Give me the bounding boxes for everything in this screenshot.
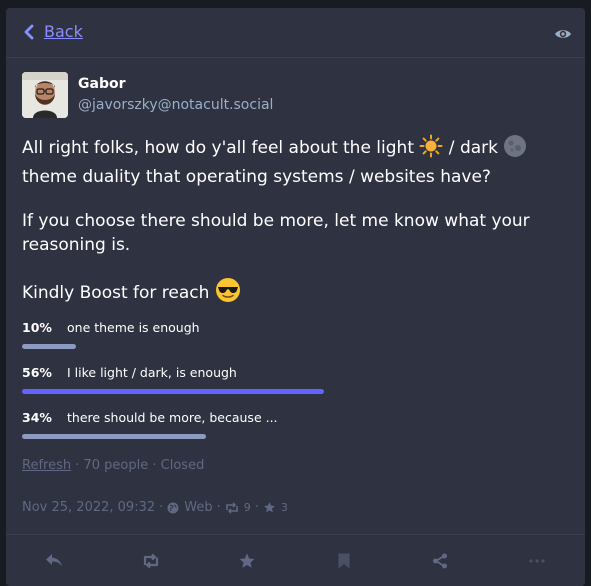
poll-option: 56% I like light / dark, is enough: [22, 363, 562, 408]
status-content: All right folks, how do y'all feel about…: [22, 134, 562, 330]
author-block[interactable]: Gabor @javorszky@notacult.social: [22, 72, 273, 118]
text-segment: All right folks, how do y'all feel about…: [22, 138, 414, 158]
status-meta: Nov 25, 2022, 09:32 · Web · 9 · 3: [22, 500, 288, 515]
chevron-left-icon: [24, 24, 34, 39]
client-name[interactable]: Web: [184, 500, 212, 515]
poll-percent: 34%: [22, 410, 52, 425]
boost-count-icon[interactable]: [225, 500, 239, 515]
globe-icon: [167, 500, 179, 515]
back-button[interactable]: Back: [24, 22, 83, 41]
separator: ·: [216, 500, 221, 515]
moon-emoji: [503, 134, 527, 165]
sunglasses-emoji: [215, 277, 241, 310]
boost-button[interactable]: [131, 541, 171, 581]
poll-percent: 10%: [22, 320, 52, 335]
author-names: Gabor @javorszky@notacult.social: [78, 72, 273, 114]
back-label[interactable]: Back: [44, 22, 83, 41]
poll-bar: [22, 434, 206, 439]
refresh-link[interactable]: Refresh: [22, 458, 71, 473]
reply-button[interactable]: [34, 541, 74, 581]
poll-bar: [22, 344, 76, 349]
favourite-button[interactable]: [227, 541, 267, 581]
star-icon: [239, 553, 255, 568]
share-button[interactable]: [420, 541, 460, 581]
text-segment: / dark: [443, 138, 498, 158]
reply-icon: [46, 553, 63, 567]
text-segment: theme duality that operating systems / w…: [22, 167, 491, 187]
separator: ·: [159, 500, 164, 515]
poll-label: there should be more, because ...: [67, 410, 278, 425]
separator: ·: [254, 500, 259, 515]
poll-option: 34% there should be more, because ...: [22, 408, 562, 453]
ellipsis-icon: [529, 558, 545, 563]
account-handle[interactable]: @javorszky@notacult.social: [78, 96, 273, 114]
paragraph-2: If you choose there should be more, let …: [22, 211, 530, 255]
share-icon: [433, 553, 448, 568]
poll-percent: 56%: [22, 365, 52, 380]
sun-emoji: [419, 134, 443, 165]
poll-status: Closed: [160, 458, 205, 473]
more-button[interactable]: [517, 541, 557, 581]
poll-bar: [22, 389, 324, 394]
star-count-icon[interactable]: [263, 500, 276, 515]
poll-option: 10% one theme is enough: [22, 318, 562, 363]
text-segment: Kindly Boost for reach: [22, 283, 210, 303]
bookmark-button[interactable]: [324, 541, 364, 581]
boost-count[interactable]: 9: [244, 501, 251, 514]
poll-voters: 70 people: [83, 458, 149, 473]
separator: ·: [152, 458, 161, 473]
paragraph-3: Kindly Boost for reach: [22, 277, 562, 310]
favourite-count[interactable]: 3: [281, 501, 288, 514]
timestamp[interactable]: Nov 25, 2022, 09:32: [22, 500, 155, 515]
column-header: Back: [6, 8, 585, 58]
poll-label: I like light / dark, is enough: [67, 365, 237, 380]
poll-footer: Refresh · 70 people · Closed: [22, 458, 204, 473]
status-detail-panel: Back Gabor @javorszky@notacult.social Al…: [6, 8, 585, 586]
eye-icon[interactable]: [554, 25, 572, 44]
action-bar: [6, 534, 585, 586]
poll-label: one theme is enough: [67, 320, 200, 335]
separator: ·: [75, 458, 84, 473]
poll: 10% one theme is enough 56% I like light…: [22, 318, 562, 453]
paragraph-1: All right folks, how do y'all feel about…: [22, 134, 562, 189]
retweet-icon: [143, 553, 158, 568]
bookmark-icon: [338, 553, 350, 568]
display-name[interactable]: Gabor: [78, 76, 273, 92]
avatar[interactable]: [22, 72, 68, 118]
